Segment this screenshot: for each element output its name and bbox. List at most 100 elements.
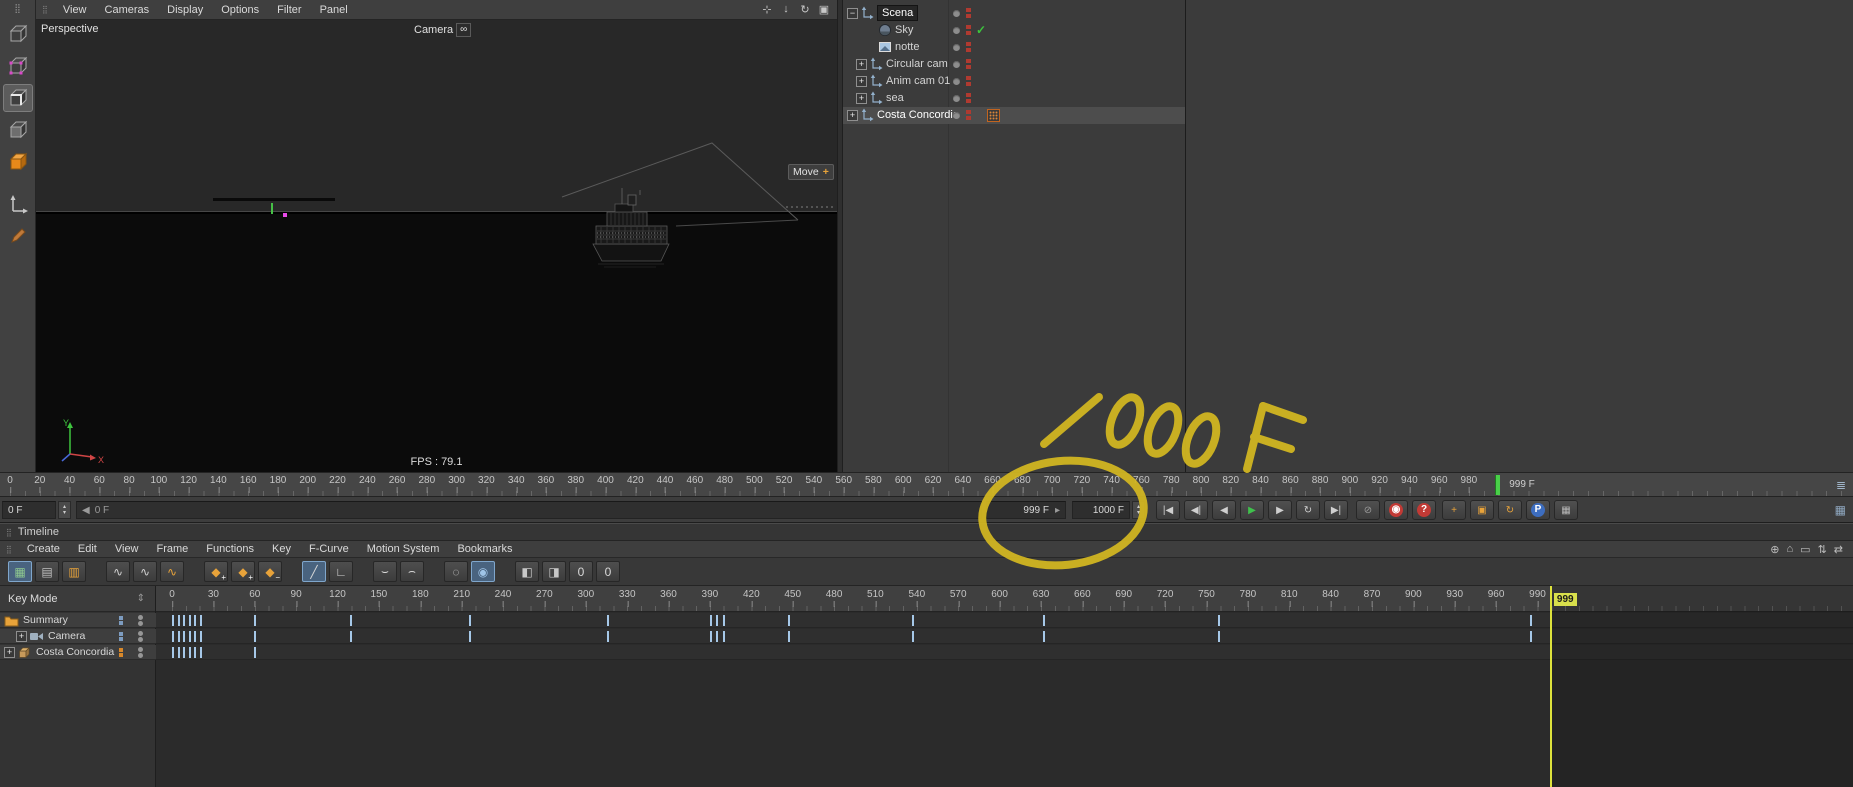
expand-toggle[interactable]: + — [856, 76, 867, 87]
prev-key-button[interactable]: ◀| — [1184, 500, 1208, 520]
null-icon[interactable] — [860, 6, 874, 23]
keyframe[interactable] — [172, 615, 175, 626]
keyframe[interactable] — [1042, 615, 1045, 626]
null-icon[interactable] — [869, 74, 883, 91]
keyframe[interactable] — [1529, 631, 1532, 642]
main-frame-ruler[interactable]: 0 20 40 60 80 100 120 140 160 180 200 220 240 260 280 3… — [0, 472, 1853, 497]
camera-indicator[interactable]: Camera ∞ — [414, 23, 472, 37]
object-label[interactable]: Sky — [895, 24, 913, 36]
dopesheet-mode-button[interactable]: ▦ — [8, 561, 32, 582]
keyframe[interactable] — [183, 631, 186, 642]
keyframe[interactable] — [183, 615, 186, 626]
toolbar-grip-icon[interactable]: ⣿ — [0, 0, 35, 16]
axis-mode-tool[interactable] — [3, 190, 33, 218]
ease-in-button[interactable]: ⌣ — [373, 561, 397, 582]
object-label[interactable]: Circular cam — [886, 58, 948, 70]
zoom-icon[interactable]: ⊕ — [1770, 543, 1779, 556]
expand-toggle[interactable]: + — [4, 647, 15, 658]
texture-tool[interactable] — [3, 222, 33, 250]
object-row-sky[interactable]: Sky ✓ — [843, 22, 1185, 39]
visibility-dots[interactable] — [966, 25, 971, 37]
motion-mode-button[interactable]: ▥ — [62, 561, 86, 582]
timeline-playhead[interactable] — [1549, 586, 1552, 787]
v-scroll-icon[interactable]: ⇅ — [1818, 543, 1827, 556]
zero-value-key-button[interactable]: 0 — [596, 561, 620, 582]
pan-view-icon[interactable]: ⊹ — [759, 3, 775, 16]
play-button[interactable]: ▶ — [1240, 500, 1264, 520]
timeline-menu-functions[interactable]: Functions — [197, 541, 263, 558]
keyframe[interactable] — [194, 631, 197, 642]
visibility-dots[interactable] — [966, 93, 971, 105]
goto-start-button[interactable]: |◀ — [1156, 500, 1180, 520]
track-solo-toggles[interactable] — [119, 632, 123, 642]
keyframe[interactable] — [200, 615, 202, 626]
keyframe[interactable] — [253, 631, 256, 642]
field-arrow-icon[interactable]: ▸ — [1055, 505, 1060, 516]
timeline-menu-frame[interactable]: Frame — [148, 541, 198, 558]
timeline-title-bar[interactable]: ⣿ Timeline — [0, 523, 1853, 541]
null-icon[interactable] — [869, 91, 883, 108]
zoom-view-icon[interactable]: ↓ — [778, 3, 794, 16]
keyframe[interactable] — [172, 631, 175, 642]
model-mode-tool[interactable] — [3, 148, 33, 176]
object-label[interactable]: Costa Concordia — [877, 109, 959, 121]
enable-dot[interactable] — [953, 95, 960, 102]
enable-dot[interactable] — [953, 61, 960, 68]
max-frame-field[interactable]: 1000 F — [1072, 501, 1130, 519]
keyframe[interactable] — [350, 615, 353, 626]
timeline-menu-edit[interactable]: Edit — [69, 541, 106, 558]
edges-mode-tool[interactable] — [2, 84, 33, 112]
end-frame-field[interactable]: 999 F ▸ — [986, 501, 1066, 519]
menu-display[interactable]: Display — [158, 0, 212, 20]
display-tag-icon[interactable] — [987, 109, 1000, 125]
keyframe[interactable] — [177, 631, 180, 642]
frame-slider[interactable]: ◀ 0 F — [76, 501, 982, 519]
keyframe[interactable] — [715, 631, 718, 642]
null-icon[interactable] — [860, 108, 874, 125]
keyframe[interactable] — [787, 631, 790, 642]
object-row-anim-cam-01[interactable]: + Anim cam 01 — [843, 73, 1185, 90]
add-key-button[interactable]: ◆ + — [204, 561, 228, 582]
keyframe[interactable] — [468, 615, 471, 626]
enable-dot[interactable] — [953, 10, 960, 17]
track-solo-toggles[interactable] — [119, 648, 123, 658]
enable-dot[interactable] — [953, 27, 960, 34]
visibility-dots[interactable] — [966, 8, 971, 20]
panel-toggle-icon[interactable]: ▦ — [1835, 503, 1846, 517]
keyframe[interactable] — [722, 615, 725, 626]
rotate-view-icon[interactable]: ↻ — [797, 3, 813, 16]
current-frame-marker[interactable] — [1495, 475, 1501, 495]
ease-out-button[interactable]: ⌢ — [400, 561, 424, 582]
keyframe[interactable] — [194, 647, 197, 658]
viewport[interactable]: Perspective Camera ∞ Move + FPS : 79.1 Y… — [36, 20, 837, 472]
visibility-dots[interactable] — [966, 110, 971, 122]
view-label[interactable]: Perspective — [41, 23, 98, 35]
track-mute-toggles[interactable] — [138, 647, 143, 659]
timeline-menu-key[interactable]: Key — [263, 541, 300, 558]
goto-end-button[interactable]: ▶| — [1324, 500, 1348, 520]
expand-toggle[interactable]: + — [16, 631, 27, 642]
keyframe[interactable] — [468, 631, 471, 642]
keyframe[interactable] — [911, 615, 914, 626]
enable-dot[interactable] — [953, 112, 960, 119]
keyframe[interactable] — [253, 615, 256, 626]
keyframe[interactable] — [177, 615, 180, 626]
object-row-costa-concordia[interactable]: + Costa Concordia — [843, 107, 1185, 124]
points-mode-tool[interactable] — [3, 52, 33, 80]
track-mute-toggles[interactable] — [138, 631, 143, 643]
visibility-dots[interactable] — [966, 59, 971, 71]
keyframe[interactable] — [183, 647, 186, 658]
ruler-options-icon[interactable]: ≣ — [1836, 478, 1846, 492]
enable-dot[interactable] — [953, 44, 960, 51]
timeline-menu-grip-icon[interactable]: ⣿ — [0, 545, 18, 554]
object-row-sea[interactable]: + sea — [843, 90, 1185, 107]
keyframe[interactable] — [715, 615, 718, 626]
keyframe[interactable] — [606, 631, 609, 642]
expand-toggle[interactable]: + — [847, 110, 858, 121]
visibility-dots[interactable] — [966, 76, 971, 88]
delete-key-button[interactable]: ◆ − — [258, 561, 282, 582]
slider-handle-icon[interactable]: ◀ — [82, 505, 90, 516]
fcurve-mode-button[interactable]: ▤ — [35, 561, 59, 582]
next-frame-button[interactable]: ▶ — [1268, 500, 1292, 520]
keyframe[interactable] — [1042, 631, 1045, 642]
